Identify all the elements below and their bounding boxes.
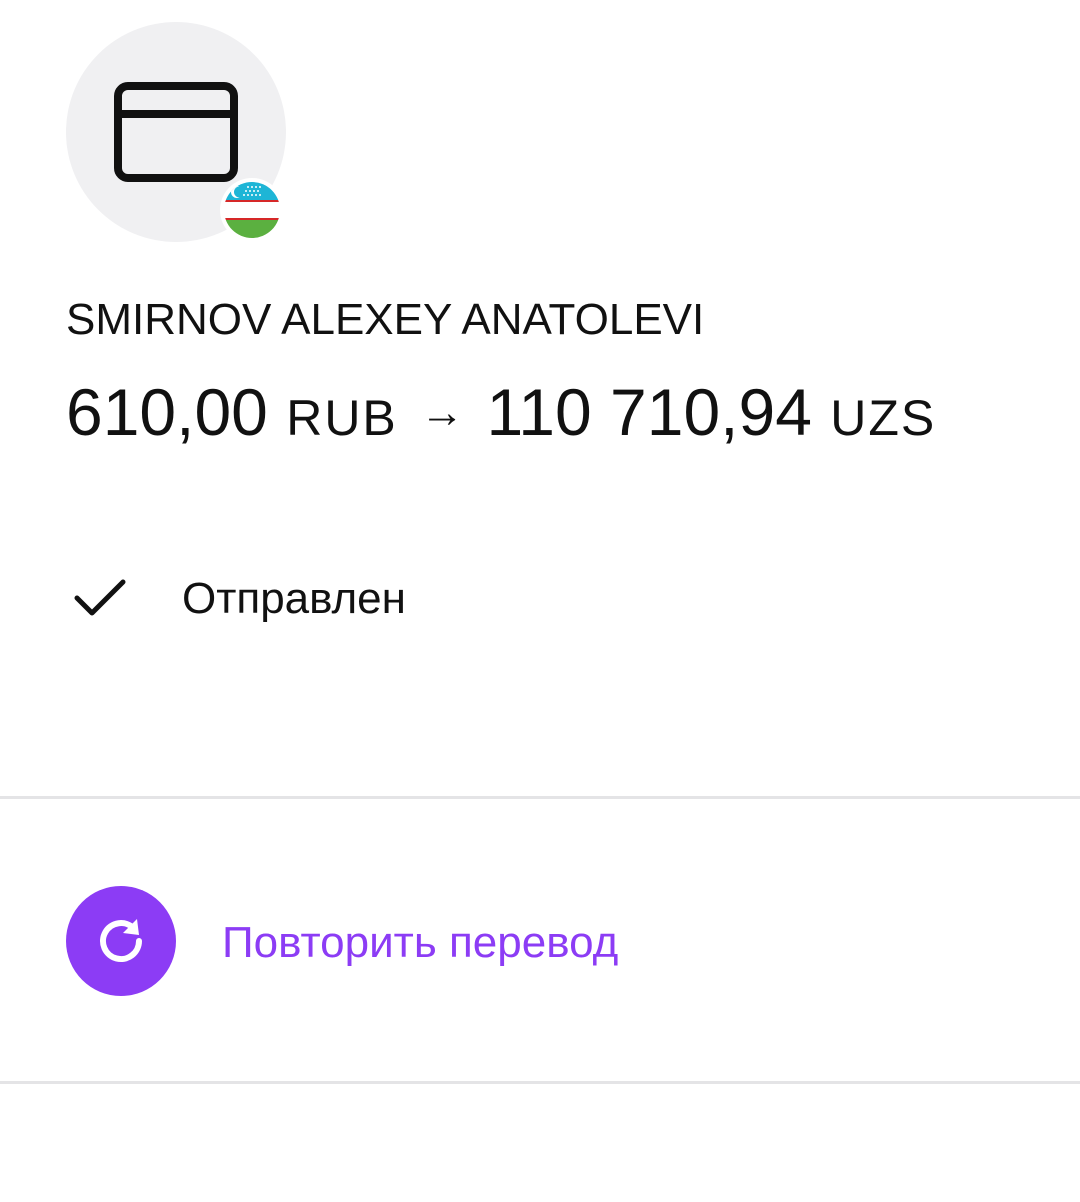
repeat-button-circle[interactable] <box>66 886 176 996</box>
uzbekistan-flag-icon <box>220 178 284 242</box>
card-icon <box>114 82 238 182</box>
recipient-name: SMIRNOV ALEXEY ANATOLEVI <box>66 295 705 344</box>
from-currency: RUB <box>286 390 398 446</box>
divider <box>0 1081 1080 1084</box>
from-amount: 610,00 <box>66 375 268 449</box>
status-row: Отправлен <box>66 566 666 632</box>
repeat-icon <box>100 919 143 963</box>
to-currency: UZS <box>830 390 937 446</box>
status-label: Отправлен <box>182 574 406 623</box>
repeat-transfer-button[interactable]: Повторить перевод <box>66 886 766 998</box>
transfer-amount: 610,00 RUB → 110 710,94 UZS <box>66 374 936 456</box>
divider <box>0 796 1080 799</box>
checkmark-icon <box>74 579 126 616</box>
to-amount: 110 710,94 <box>486 375 812 449</box>
arrow-icon: → <box>420 388 465 437</box>
repeat-transfer-label[interactable]: Повторить перевод <box>222 916 618 970</box>
recipient-avatar <box>66 22 286 242</box>
